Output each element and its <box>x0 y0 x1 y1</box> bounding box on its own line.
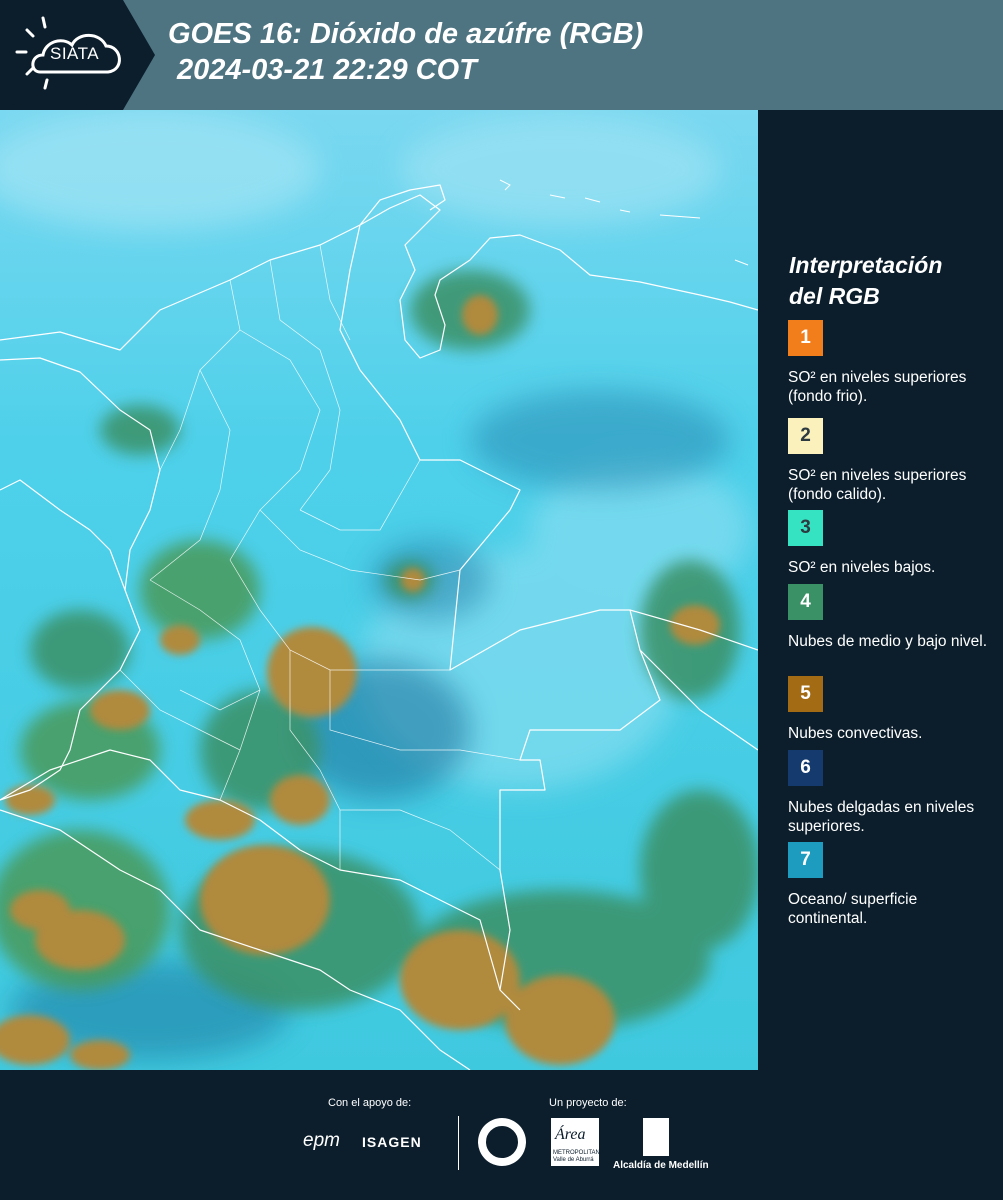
project-label: Un proyecto de: <box>549 1097 627 1109</box>
medellin-seal-icon <box>478 1118 526 1166</box>
logo-text: SIATA <box>50 44 100 63</box>
legend-label: Nubes delgadas en niveles superiores. <box>788 799 975 835</box>
legend-label: SO² en niveles superiores (fondo frio). <box>788 369 967 405</box>
page-title: GOES 16: Dióxido de azúfre (RGB) 2024-03… <box>168 16 643 88</box>
footer-bar: Con el apoyo de: Un proyecto de: epm ISA… <box>0 1070 1003 1200</box>
legend-panel: Interpretación del RGB 1 SO² en niveles … <box>762 110 1003 1070</box>
footer-divider <box>458 1116 459 1170</box>
legend-swatch: 2 <box>788 418 823 454</box>
area-logo-text: Área <box>555 1126 586 1143</box>
legend-swatch: 5 <box>788 676 823 712</box>
area-logo-subtext: METROPOLITANA Valle de Aburrá <box>553 1150 604 1163</box>
epm-logo: epm <box>303 1130 340 1151</box>
legend-swatch: 6 <box>788 750 823 786</box>
legend-swatch: 4 <box>788 584 823 620</box>
title-line-2: 2024-03-21 22:29 COT <box>177 54 477 86</box>
legend-item-2: 2 SO² en niveles superiores (fondo calid… <box>788 418 988 504</box>
legend-swatch: 1 <box>788 320 823 356</box>
legend-title-line-2: del RGB <box>789 283 880 309</box>
legend-title-line-1: Interpretación <box>789 252 943 278</box>
isagen-logo: ISAGEN <box>362 1134 422 1150</box>
legend-label: Oceano/ superficie continental. <box>788 891 918 927</box>
legend-label: Nubes convectivas. <box>788 725 923 742</box>
legend-title: Interpretación del RGB <box>789 250 989 312</box>
legend-item-5: 5 Nubes convectivas. <box>788 676 988 743</box>
area-metropolitana-logo: Área METROPOLITANA Valle de Aburrá <box>551 1118 604 1166</box>
legend-item-3: 3 SO² en niveles bajos. <box>788 510 988 577</box>
legend-label: SO² en niveles bajos. <box>788 559 936 576</box>
legend-label: SO² en niveles superiores (fondo calido)… <box>788 467 967 503</box>
support-label: Con el apoyo de: <box>328 1097 412 1109</box>
legend-swatch: 3 <box>788 510 823 546</box>
legend-item-7: 7 Oceano/ superficie continental. <box>788 842 988 928</box>
legend-item-4: 4 Nubes de medio y bajo nivel. <box>788 584 988 651</box>
legend-item-6: 6 Nubes delgadas en niveles superiores. <box>788 750 988 836</box>
legend-label: Nubes de medio y bajo nivel. <box>788 633 988 650</box>
header-bar: SIATA GOES 16: Dióxido de azúfre (RGB) 2… <box>0 0 1003 110</box>
map-image <box>0 110 758 1070</box>
alcaldia-shield-icon <box>643 1118 669 1156</box>
title-line-1: GOES 16: Dióxido de azúfre (RGB) <box>168 18 644 50</box>
legend-item-1: 1 SO² en niveles superiores (fondo frio)… <box>788 320 988 406</box>
alcaldia-label: Alcaldía de Medellín <box>613 1160 709 1171</box>
siata-logo: SIATA <box>0 0 155 110</box>
satellite-map <box>0 110 758 1070</box>
legend-swatch: 7 <box>788 842 823 878</box>
